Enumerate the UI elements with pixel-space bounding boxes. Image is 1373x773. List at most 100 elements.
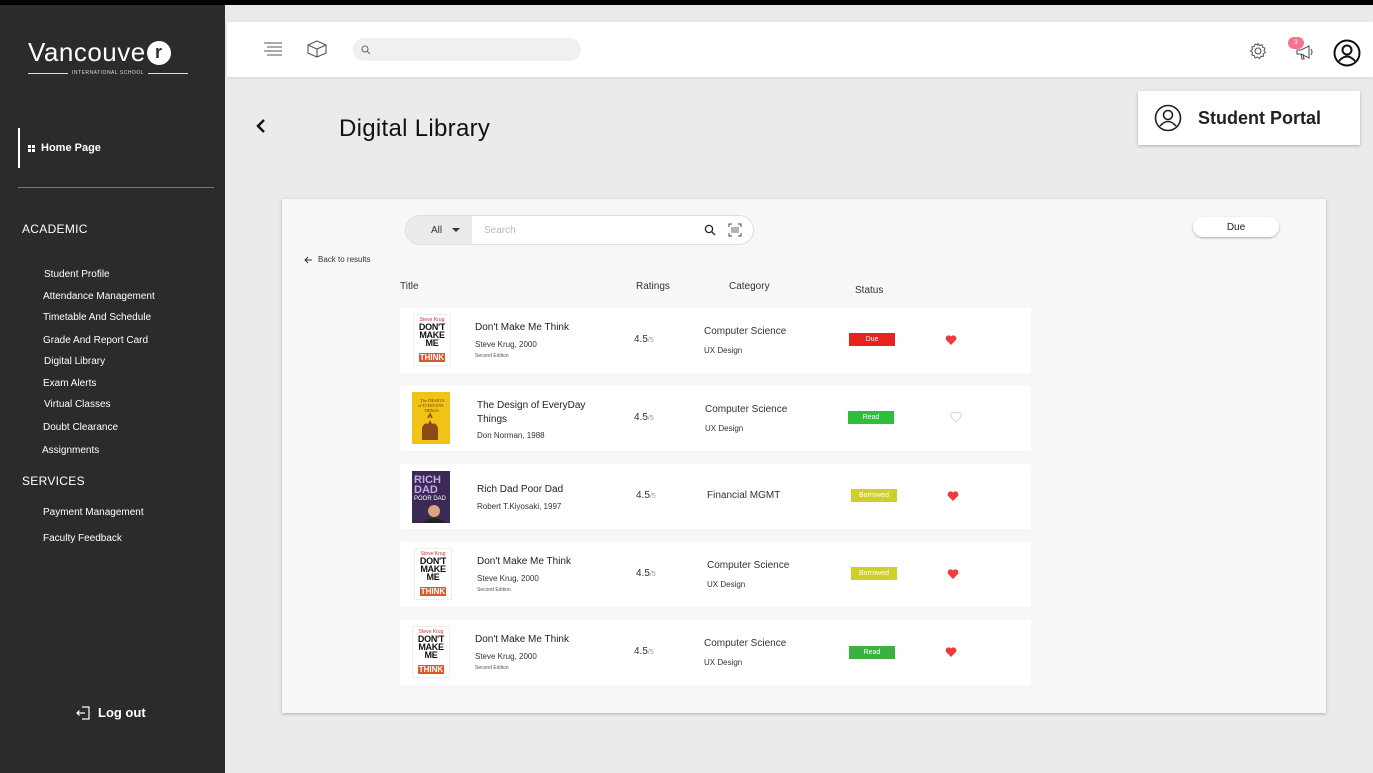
logo-subtitle: INTERNATIONAL SCHOOL: [72, 70, 144, 76]
book-row[interactable]: The DESIGN of EVERYDAY THINGS The Design…: [400, 386, 1031, 451]
book-row[interactable]: RICH DAD POOR DAD Rich Dad Poor Dad Robe…: [400, 464, 1031, 529]
book-category: Computer Science: [705, 404, 788, 415]
sidebar-item-student-profile[interactable]: Student Profile: [44, 269, 110, 280]
logo-text: Vancouve: [28, 37, 146, 67]
category-filter-dropdown[interactable]: All: [406, 216, 472, 244]
search-icon: [361, 45, 371, 54]
logo-r-mark: r: [146, 40, 171, 65]
dropdown-caret-icon: [452, 228, 461, 232]
sidebar-item-assignments[interactable]: Assignments: [42, 445, 99, 456]
book-author: Robert T.Kiyosaki, 1997: [477, 502, 562, 511]
user-icon: [1154, 104, 1182, 132]
book-author: Steve Krug, 2000: [475, 652, 537, 661]
sidebar-item-grades[interactable]: Grade And Report Card: [43, 335, 148, 346]
sidebar-item-timetable[interactable]: Timetable And Schedule: [43, 312, 151, 323]
sidebar-divider: [18, 187, 214, 188]
top-bar: [227, 22, 1373, 77]
back-button[interactable]: [255, 114, 267, 140]
book-title[interactable]: Don't Make Me Think: [477, 555, 571, 569]
back-to-results-link[interactable]: Back to results: [304, 255, 370, 264]
library-panel: All Due Back to results Title Ratings Ca…: [282, 199, 1326, 713]
book-rating: 4.5/5: [634, 412, 654, 423]
portal-label: Student Portal: [1198, 107, 1322, 128]
dashboard-icon: [28, 144, 35, 152]
book-title[interactable]: Don't Make Me Think: [475, 633, 569, 647]
sidebar-item-label: Home Page: [41, 142, 101, 154]
book-title[interactable]: The Design of EveryDay Things: [477, 399, 587, 427]
book-cover: Steve Krug DON'T MAKE ME THINK: [414, 548, 452, 600]
logout-label: Log out: [98, 705, 146, 720]
sidebar: Vancouve r INTERNATIONAL SCHOOL Home Page…: [0, 5, 225, 773]
column-header-status: Status: [855, 285, 884, 296]
book-cover: RICH DAD POOR DAD: [412, 471, 450, 523]
sidebar-item-exam-alerts[interactable]: Exam Alerts: [43, 378, 96, 389]
svg-text:DAD: DAD: [414, 484, 438, 496]
library-search-input[interactable]: [484, 216, 704, 244]
book-subcategory: UX Design: [707, 580, 746, 589]
due-filter-button[interactable]: Due: [1193, 217, 1279, 237]
logout-button[interactable]: Log out: [76, 705, 146, 720]
book-cover: The DESIGN of EVERYDAY THINGS: [412, 392, 450, 444]
book-author: Don Norman, 1988: [477, 431, 545, 440]
student-portal-card[interactable]: Student Portal: [1138, 91, 1360, 145]
notification-badge: 3: [1288, 37, 1304, 49]
sidebar-item-home[interactable]: Home Page: [18, 128, 208, 168]
user-profile-icon[interactable]: [1333, 39, 1361, 67]
favorite-heart-icon[interactable]: [945, 334, 957, 346]
book-row[interactable]: Steve Krug DON'T MAKE ME THINK Don't Mak…: [400, 542, 1031, 607]
arrow-left-icon: [304, 256, 312, 263]
school-logo[interactable]: Vancouve r INTERNATIONAL SCHOOL: [28, 37, 189, 76]
status-badge: Due: [849, 333, 895, 346]
book-category: Financial MGMT: [707, 490, 781, 501]
sidebar-item-payment[interactable]: Payment Management: [43, 507, 144, 518]
favorite-heart-icon[interactable]: [947, 490, 959, 502]
services-section-title: SERVICES: [22, 474, 85, 488]
status-badge: Read: [849, 646, 895, 659]
book-rating: 4.5/5: [636, 568, 656, 579]
book-category: Computer Science: [707, 560, 790, 571]
sidebar-item-attendance[interactable]: Attendance Management: [43, 291, 155, 302]
status-badge: Borrowed: [851, 489, 897, 502]
book-cover: Steve Krug DON'T MAKE ME THINK: [413, 314, 451, 366]
book-cover: Steve Krug DON'T MAKE ME THINK: [412, 626, 450, 678]
book-title[interactable]: Rich Dad Poor Dad: [477, 483, 563, 497]
library-search-bar: All: [405, 215, 754, 245]
book-edition: Second Edition: [475, 665, 509, 671]
sidebar-item-faculty-feedback[interactable]: Faculty Feedback: [43, 533, 122, 544]
book-title[interactable]: Don't Make Me Think: [475, 321, 569, 335]
search-icon[interactable]: [704, 224, 716, 236]
svg-text:POOR DAD: POOR DAD: [414, 496, 447, 502]
book-row[interactable]: Steve Krug DON'T MAKE ME THINK Don't Mak…: [400, 620, 1031, 685]
menu-icon[interactable]: [263, 42, 283, 56]
book-rating: 4.5/5: [636, 490, 656, 501]
top-search-input[interactable]: [353, 38, 581, 61]
settings-gear-icon[interactable]: [1249, 42, 1267, 60]
filter-value: All: [431, 224, 443, 236]
column-header-ratings: Ratings: [636, 281, 670, 292]
book-author: Steve Krug, 2000: [475, 340, 537, 349]
chevron-left-icon: [256, 119, 265, 133]
book-edition: Second Edition: [475, 353, 509, 359]
page-title: Digital Library: [339, 115, 491, 142]
book-row[interactable]: Steve Krug DON'T MAKE ME THINK Don't Mak…: [400, 308, 1031, 373]
book-subcategory: UX Design: [705, 424, 744, 433]
status-badge: Read: [848, 411, 894, 424]
column-header-category: Category: [729, 281, 770, 292]
favorite-heart-icon[interactable]: [950, 411, 962, 423]
book-subcategory: UX Design: [704, 346, 743, 355]
logout-icon: [76, 705, 90, 720]
book-rating: 4.5/5: [634, 334, 654, 345]
cube-icon[interactable]: [307, 40, 327, 58]
scan-icon[interactable]: [728, 223, 742, 237]
back-link-label: Back to results: [318, 255, 371, 264]
sidebar-item-virtual-classes[interactable]: Virtual Classes: [44, 399, 111, 410]
book-category: Computer Science: [704, 638, 787, 649]
favorite-heart-icon[interactable]: [945, 646, 957, 658]
book-rating: 4.5/5: [634, 646, 654, 657]
academic-section-title: ACADEMIC: [22, 222, 88, 236]
sidebar-item-doubt-clearance[interactable]: Doubt Clearance: [43, 422, 118, 433]
svg-text:THINGS: THINGS: [424, 408, 439, 413]
book-subcategory: UX Design: [704, 658, 743, 667]
sidebar-item-digital-library[interactable]: Digital Library: [44, 356, 105, 367]
favorite-heart-icon[interactable]: [947, 568, 959, 580]
